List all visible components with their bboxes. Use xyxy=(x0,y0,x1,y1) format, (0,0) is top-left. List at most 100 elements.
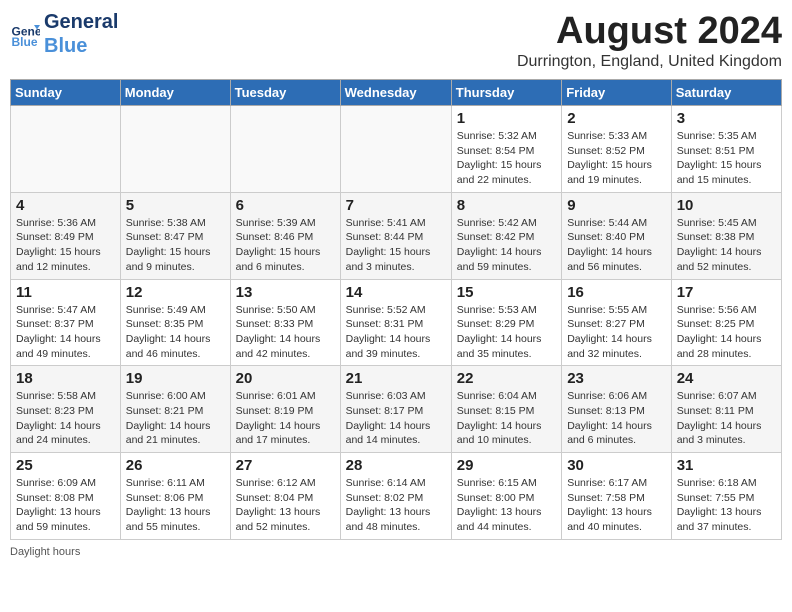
calendar-cell: 29Sunrise: 6:15 AM Sunset: 8:00 PM Dayli… xyxy=(451,453,561,540)
day-number: 6 xyxy=(236,197,335,214)
day-info: Sunrise: 6:14 AM Sunset: 8:02 PM Dayligh… xyxy=(346,476,446,535)
calendar-cell: 23 Sunrise: 6:06 AM Sunset: 8:13 PM Dayli… xyxy=(562,366,672,453)
day-info: Sunrise: 5:33 AM Sunset: 8:52 PM Dayligh… xyxy=(567,129,666,188)
title-area: August 2024 Durrington, England, United … xyxy=(517,10,782,71)
calendar-cell: 21Sunrise: 6:03 AM Sunset: 8:17 PM Dayli… xyxy=(340,366,451,453)
week-row-3: 11Sunrise: 5:47 AM Sunset: 8:37 PM Dayli… xyxy=(11,279,782,366)
day-info: Sunrise: 6:01 AM Sunset: 8:19 PM Dayligh… xyxy=(236,389,335,448)
weekday-tuesday: Tuesday xyxy=(230,80,340,106)
calendar-cell: 4Sunrise: 5:36 AM Sunset: 8:49 PM Daylig… xyxy=(11,192,121,279)
day-info: Sunrise: 6:06 AM Sunset: 8:13 PM Dayligh… xyxy=(567,389,666,448)
day-info: Sunrise: 5:42 AM Sunset: 8:42 PM Dayligh… xyxy=(457,216,556,275)
calendar-cell xyxy=(230,106,340,193)
calendar-cell: 12 Sunrise: 5:49 AM Sunset: 8:35 PM Dayli… xyxy=(120,279,230,366)
day-info: Sunrise: 5:58 AM Sunset: 8:23 PM Dayligh… xyxy=(16,389,115,448)
calendar-cell: 27 Sunrise: 6:12 AM Sunset: 8:04 PM Dayli… xyxy=(230,453,340,540)
calendar-cell xyxy=(340,106,451,193)
calendar-cell: 14 Sunrise: 5:52 AM Sunset: 8:31 PM Dayli… xyxy=(340,279,451,366)
day-info: Sunrise: 5:50 AM Sunset: 8:33 PM Dayligh… xyxy=(236,303,335,362)
weekday-wednesday: Wednesday xyxy=(340,80,451,106)
month-year-title: August 2024 xyxy=(517,10,782,53)
footer-daylight: Daylight hours xyxy=(10,546,782,558)
calendar-cell: 11Sunrise: 5:47 AM Sunset: 8:37 PM Dayli… xyxy=(11,279,121,366)
day-number: 24 xyxy=(677,370,776,387)
weekday-thursday: Thursday xyxy=(451,80,561,106)
day-info: Sunrise: 5:45 AM Sunset: 8:38 PM Dayligh… xyxy=(677,216,776,275)
calendar-cell: 30Sunrise: 6:17 AM Sunset: 7:58 PM Dayli… xyxy=(562,453,672,540)
day-number: 22 xyxy=(457,370,556,387)
day-number: 11 xyxy=(16,284,115,301)
weekday-friday: Friday xyxy=(562,80,672,106)
day-number: 14 xyxy=(346,284,446,301)
header: General Blue General Blue August 2024 Du… xyxy=(10,10,782,71)
day-number: 17 xyxy=(677,284,776,301)
logo-icon: General Blue xyxy=(10,19,40,49)
day-number: 27 xyxy=(236,457,335,474)
day-info: Sunrise: 5:38 AM Sunset: 8:47 PM Dayligh… xyxy=(126,216,225,275)
logo: General Blue General Blue xyxy=(10,10,118,58)
calendar-cell: 18 Sunrise: 5:58 AM Sunset: 8:23 PM Dayli… xyxy=(11,366,121,453)
logo-blue: Blue xyxy=(44,34,118,58)
week-row-1: 1 Sunrise: 5:32 AM Sunset: 8:54 PM Daylig… xyxy=(11,106,782,193)
day-number: 16 xyxy=(567,284,666,301)
weekday-monday: Monday xyxy=(120,80,230,106)
calendar-cell: 26Sunrise: 6:11 AM Sunset: 8:06 PM Dayli… xyxy=(120,453,230,540)
day-number: 2 xyxy=(567,110,666,127)
calendar-cell: 16 Sunrise: 5:55 AM Sunset: 8:27 PM Dayli… xyxy=(562,279,672,366)
day-number: 12 xyxy=(126,284,225,301)
day-info: Sunrise: 5:49 AM Sunset: 8:35 PM Dayligh… xyxy=(126,303,225,362)
day-info: Sunrise: 6:09 AM Sunset: 8:08 PM Dayligh… xyxy=(16,476,115,535)
day-info: Sunrise: 6:00 AM Sunset: 8:21 PM Dayligh… xyxy=(126,389,225,448)
calendar-cell: 28 Sunrise: 6:14 AM Sunset: 8:02 PM Dayli… xyxy=(340,453,451,540)
day-number: 21 xyxy=(346,370,446,387)
calendar-cell: 5Sunrise: 5:38 AM Sunset: 8:47 PM Daylig… xyxy=(120,192,230,279)
day-number: 30 xyxy=(567,457,666,474)
calendar-cell: 6 Sunrise: 5:39 AM Sunset: 8:46 PM Daylig… xyxy=(230,192,340,279)
day-number: 15 xyxy=(457,284,556,301)
calendar-cell xyxy=(11,106,121,193)
location-text: Durrington, England, United Kingdom xyxy=(517,53,782,71)
logo-general: General xyxy=(44,10,118,34)
calendar-cell: 1 Sunrise: 5:32 AM Sunset: 8:54 PM Daylig… xyxy=(451,106,561,193)
week-row-5: 25Sunrise: 6:09 AM Sunset: 8:08 PM Dayli… xyxy=(11,453,782,540)
day-info: Sunrise: 6:12 AM Sunset: 8:04 PM Dayligh… xyxy=(236,476,335,535)
day-number: 31 xyxy=(677,457,776,474)
calendar-cell: 20Sunrise: 6:01 AM Sunset: 8:19 PM Dayli… xyxy=(230,366,340,453)
day-number: 7 xyxy=(346,197,446,214)
day-number: 13 xyxy=(236,284,335,301)
day-info: Sunrise: 5:53 AM Sunset: 8:29 PM Dayligh… xyxy=(457,303,556,362)
day-number: 18 xyxy=(16,370,115,387)
calendar-cell: 25Sunrise: 6:09 AM Sunset: 8:08 PM Dayli… xyxy=(11,453,121,540)
day-number: 9 xyxy=(567,197,666,214)
calendar-cell: 17 Sunrise: 5:56 AM Sunset: 8:25 PM Dayli… xyxy=(671,279,781,366)
day-number: 23 xyxy=(567,370,666,387)
calendar-cell: 7 Sunrise: 5:41 AM Sunset: 8:44 PM Daylig… xyxy=(340,192,451,279)
calendar-cell: 22Sunrise: 6:04 AM Sunset: 8:15 PM Dayli… xyxy=(451,366,561,453)
calendar-cell: 15 Sunrise: 5:53 AM Sunset: 8:29 PM Dayli… xyxy=(451,279,561,366)
week-row-2: 4Sunrise: 5:36 AM Sunset: 8:49 PM Daylig… xyxy=(11,192,782,279)
calendar-cell: 2 Sunrise: 5:33 AM Sunset: 8:52 PM Daylig… xyxy=(562,106,672,193)
day-number: 3 xyxy=(677,110,776,127)
day-info: Sunrise: 5:44 AM Sunset: 8:40 PM Dayligh… xyxy=(567,216,666,275)
day-number: 28 xyxy=(346,457,446,474)
day-info: Sunrise: 5:32 AM Sunset: 8:54 PM Dayligh… xyxy=(457,129,556,188)
calendar-cell: 10Sunrise: 5:45 AM Sunset: 8:38 PM Dayli… xyxy=(671,192,781,279)
day-number: 26 xyxy=(126,457,225,474)
calendar-cell: 3 Sunrise: 5:35 AM Sunset: 8:51 PM Daylig… xyxy=(671,106,781,193)
day-info: Sunrise: 5:41 AM Sunset: 8:44 PM Dayligh… xyxy=(346,216,446,275)
day-info: Sunrise: 5:35 AM Sunset: 8:51 PM Dayligh… xyxy=(677,129,776,188)
calendar-cell: 31 Sunrise: 6:18 AM Sunset: 7:55 PM Dayli… xyxy=(671,453,781,540)
day-number: 8 xyxy=(457,197,556,214)
calendar-cell: 13 Sunrise: 5:50 AM Sunset: 8:33 PM Dayli… xyxy=(230,279,340,366)
day-number: 1 xyxy=(457,110,556,127)
week-row-4: 18 Sunrise: 5:58 AM Sunset: 8:23 PM Dayli… xyxy=(11,366,782,453)
calendar-cell xyxy=(120,106,230,193)
calendar-cell: 9 Sunrise: 5:44 AM Sunset: 8:40 PM Daylig… xyxy=(562,192,672,279)
day-info: Sunrise: 5:52 AM Sunset: 8:31 PM Dayligh… xyxy=(346,303,446,362)
day-info: Sunrise: 5:55 AM Sunset: 8:27 PM Dayligh… xyxy=(567,303,666,362)
day-number: 29 xyxy=(457,457,556,474)
day-info: Sunrise: 5:39 AM Sunset: 8:46 PM Dayligh… xyxy=(236,216,335,275)
day-info: Sunrise: 6:18 AM Sunset: 7:55 PM Dayligh… xyxy=(677,476,776,535)
calendar-table: SundayMondayTuesdayWednesdayThursdayFrid… xyxy=(10,79,782,540)
day-info: Sunrise: 5:56 AM Sunset: 8:25 PM Dayligh… xyxy=(677,303,776,362)
